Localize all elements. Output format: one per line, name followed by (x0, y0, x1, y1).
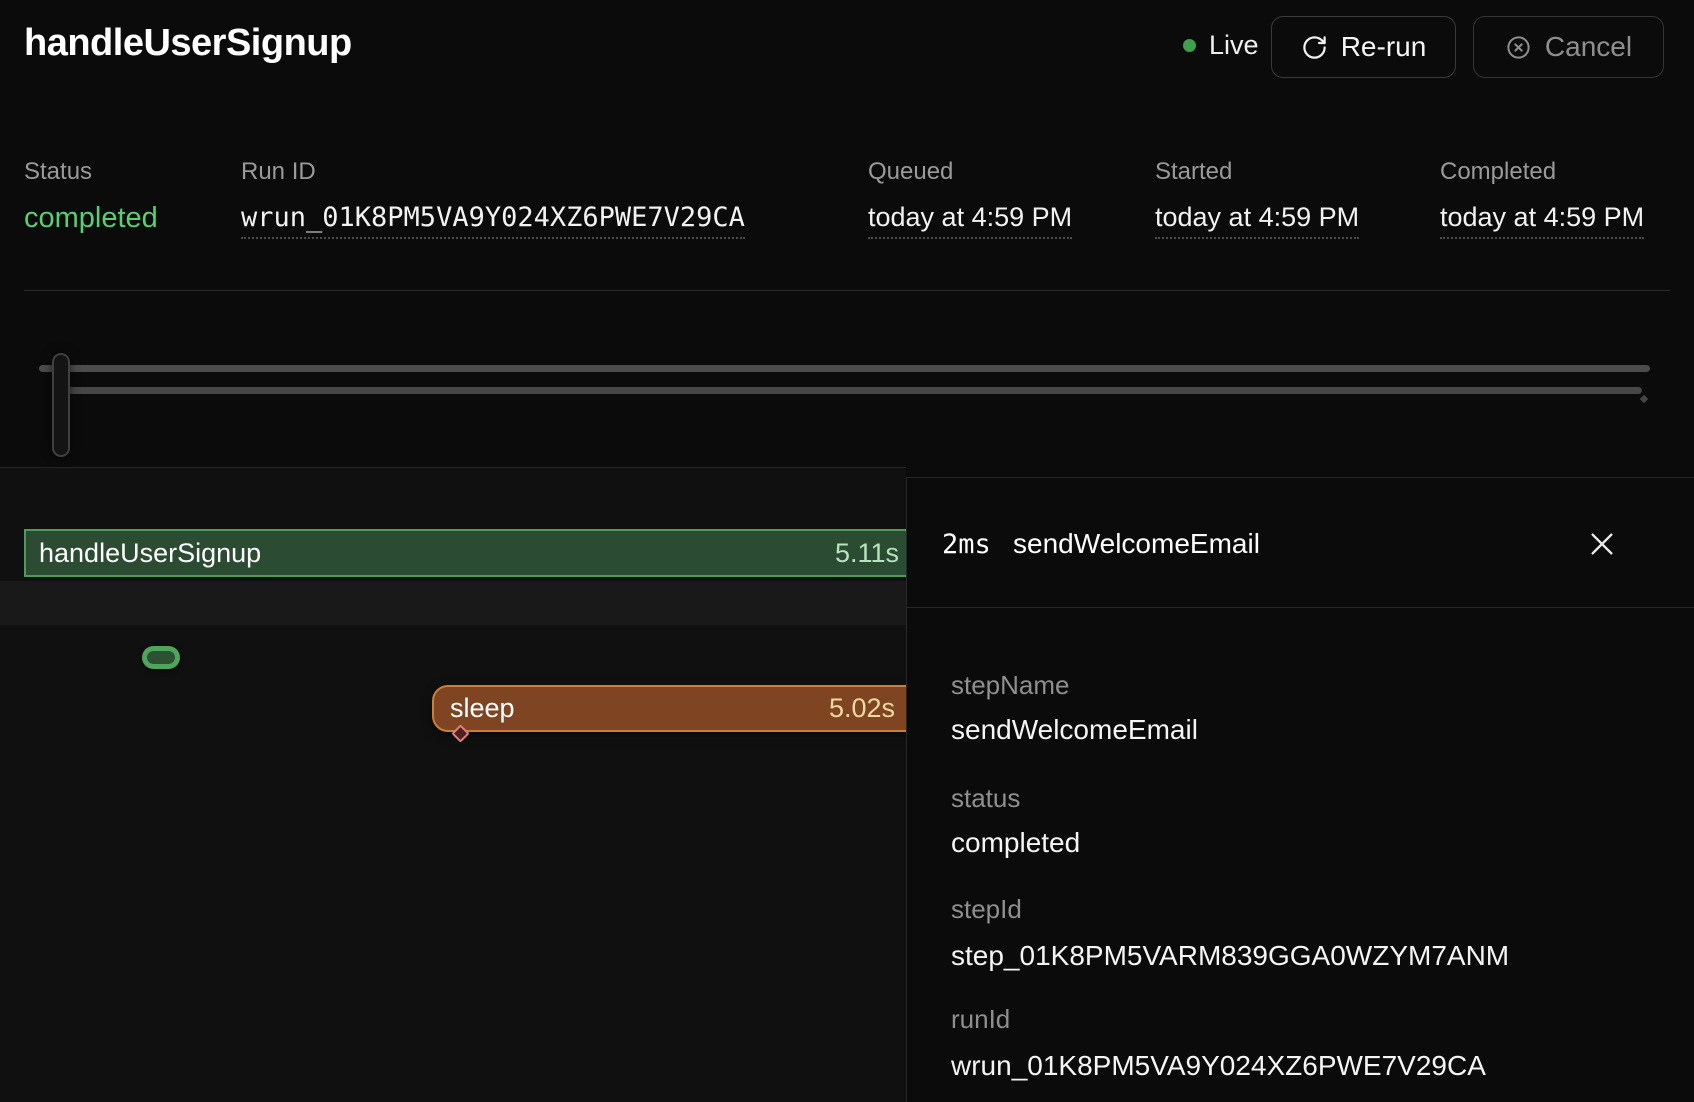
page-title: handleUserSignup (24, 22, 352, 65)
cancel-label: Cancel (1545, 31, 1632, 63)
field-label-stepname: stepName (951, 670, 1070, 701)
meta-divider (24, 290, 1670, 291)
queued-value[interactable]: today at 4:59 PM (868, 202, 1072, 239)
live-label: Live (1209, 30, 1259, 61)
rerun-label: Re-run (1341, 31, 1427, 63)
queued-label: Queued (868, 158, 953, 186)
selected-row-highlight (0, 581, 906, 625)
minimap-marker-icon (1640, 395, 1648, 403)
field-value-stepid: step_01K8PM5VARM839GGA0WZYM7ANM (951, 940, 1509, 972)
started-label: Started (1155, 158, 1232, 186)
run-bar[interactable]: handleUserSignup 5.11s (24, 529, 906, 577)
completed-value[interactable]: today at 4:59 PM (1440, 202, 1644, 239)
step-details-panel: 2ms sendWelcomeEmail stepName sendWelcom… (906, 477, 1694, 1102)
close-panel-button[interactable] (1585, 528, 1619, 562)
live-dot-icon (1183, 39, 1196, 52)
started-value[interactable]: today at 4:59 PM (1155, 202, 1359, 239)
completed-label: Completed (1440, 158, 1556, 186)
field-value-runid: wrun_01K8PM5VA9Y024XZ6PWE7V29CA (951, 1050, 1486, 1082)
cancel-circle-x-icon (1505, 34, 1532, 61)
field-label-status: status (951, 783, 1020, 814)
run-bar-label: handleUserSignup (39, 538, 261, 569)
run-id-label: Run ID (241, 158, 316, 186)
status-value: completed (24, 202, 158, 235)
sleep-bar-duration: 5.02s (829, 693, 895, 724)
minimap-viewport-handle[interactable] (52, 353, 70, 457)
minimap-bar-sleep (60, 387, 1642, 394)
sleep-bar[interactable]: sleep 5.02s (432, 685, 906, 732)
waterfall-chart: handleUserSignup 5.11s sleep 5.02s (0, 467, 906, 1102)
step-pill-sendwelcomeemail[interactable] (142, 646, 180, 669)
live-indicator: Live (1183, 30, 1259, 61)
minimap-bar-run (39, 365, 1650, 372)
refresh-icon (1301, 34, 1328, 61)
step-title: sendWelcomeEmail (1013, 528, 1260, 560)
run-bar-duration: 5.11s (835, 538, 899, 569)
rerun-button[interactable]: Re-run (1271, 16, 1456, 78)
sleep-bar-label: sleep (450, 693, 515, 724)
run-id-value[interactable]: wrun_01K8PM5VA9Y024XZ6PWE7V29CA (241, 202, 745, 239)
status-label: Status (24, 158, 92, 186)
field-label-runid: runId (951, 1004, 1010, 1035)
field-value-status: completed (951, 827, 1080, 859)
step-duration: 2ms (942, 529, 991, 560)
run-details-screen: handleUserSignup Live Re-run Cancel Stat… (0, 0, 1694, 1102)
close-icon (1586, 548, 1618, 563)
field-value-stepname: sendWelcomeEmail (951, 714, 1198, 746)
field-label-stepid: stepId (951, 894, 1022, 925)
cancel-button[interactable]: Cancel (1473, 16, 1664, 78)
panel-header: 2ms sendWelcomeEmail (907, 478, 1694, 608)
